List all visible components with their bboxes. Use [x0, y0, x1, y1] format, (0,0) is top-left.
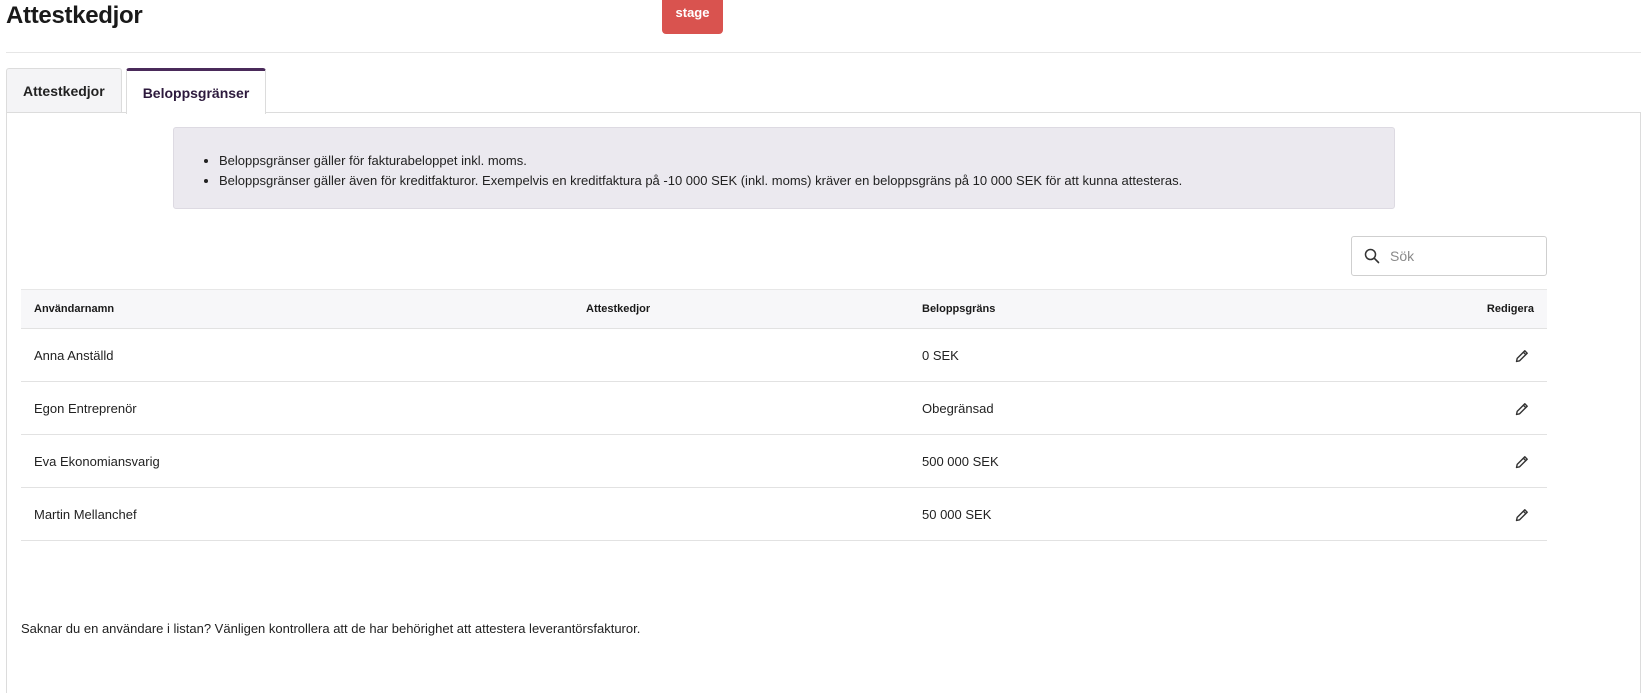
table-row: Egon Entreprenör Obegränsad [21, 382, 1547, 435]
stage-badge: stage [662, 0, 723, 34]
column-header-username[interactable]: Användarnamn [34, 290, 114, 328]
info-list: Beloppsgränser gäller för fakturabeloppe… [219, 151, 1394, 191]
tab-attestkedjor[interactable]: Attestkedjor [6, 68, 122, 113]
pencil-icon[interactable] [1514, 507, 1530, 523]
tab-panel: Beloppsgränser gäller för fakturabeloppe… [6, 112, 1641, 693]
pencil-icon[interactable] [1514, 348, 1530, 364]
column-header-edit: Redigera [1486, 303, 1534, 315]
tab-bar: Attestkedjor Beloppsgränser [6, 68, 267, 114]
cell-limit: 500 000 SEK [922, 454, 999, 469]
cell-limit: 50 000 SEK [922, 507, 992, 522]
table-row: Martin Mellanchef 50 000 SEK [21, 488, 1547, 541]
cell-username: Eva Ekonomiansvarig [34, 454, 160, 469]
info-item: Beloppsgränser gäller även för kreditfak… [219, 171, 1394, 191]
footer-note: Saknar du en användare i listan? Vänlige… [21, 621, 641, 636]
search-icon [1364, 248, 1380, 264]
cell-limit: Obegränsad [922, 401, 994, 416]
tab-beloppsgranser[interactable]: Beloppsgränser [125, 68, 267, 114]
users-table: Användarnamn Attestkedjor Beloppsgräns R… [21, 289, 1547, 541]
search-box[interactable] [1351, 236, 1547, 276]
header-divider [6, 52, 1641, 53]
column-header-chains[interactable]: Attestkedjor [586, 290, 650, 328]
table-header: Användarnamn Attestkedjor Beloppsgräns R… [21, 289, 1547, 329]
cell-username: Egon Entreprenör [34, 401, 137, 416]
cell-username: Anna Anställd [34, 348, 114, 363]
cell-username: Martin Mellanchef [34, 507, 137, 522]
table-row: Eva Ekonomiansvarig 500 000 SEK [21, 435, 1547, 488]
table-row: Anna Anställd 0 SEK [21, 329, 1547, 382]
pencil-icon[interactable] [1514, 401, 1530, 417]
pencil-icon[interactable] [1514, 454, 1530, 470]
cell-limit: 0 SEK [922, 348, 959, 363]
column-header-limit[interactable]: Beloppsgräns [922, 290, 995, 328]
info-item: Beloppsgränser gäller för fakturabeloppe… [219, 151, 1394, 171]
search-input[interactable] [1390, 248, 1530, 264]
info-box: Beloppsgränser gäller för fakturabeloppe… [173, 127, 1395, 209]
page-title: Attestkedjor [6, 2, 143, 29]
